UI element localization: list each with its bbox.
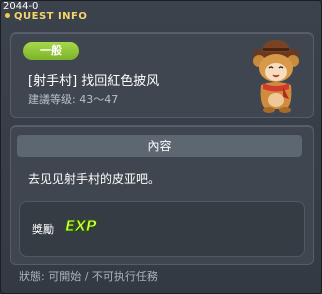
bear-costume-npc-icon: [252, 40, 300, 113]
quest-category-badge: 一般: [23, 42, 79, 60]
quest-content-panel: 內容 去见见射手村的皮亚吧。 獎勵 EXP: [10, 125, 314, 265]
reward-label: 獎勵: [32, 223, 54, 236]
title-bullet-icon: [5, 13, 10, 18]
quest-status: 狀態: 可開始 / 不可执行任務: [19, 270, 158, 283]
quest-name: [射手村] 找回紅色披风: [28, 74, 160, 89]
content-text: 去见见射手村的皮亚吧。: [28, 172, 161, 186]
reward-box: 獎勵 EXP: [19, 201, 305, 257]
window-title: QUEST INFO: [5, 11, 87, 22]
quest-header-panel: 一般 [射手村] 找回紅色披风 建議等级: 43～47: [10, 32, 314, 118]
quest-info-window: 2044-0 QUEST INFO 一般 [射手村] 找回紅色披风 建議等级: …: [0, 0, 322, 294]
window-title-text: QUEST INFO: [14, 11, 88, 22]
exp-icon: EXP: [64, 217, 97, 236]
content-header: 內容: [17, 135, 302, 157]
quest-level: 建議等级: 43～47: [28, 93, 119, 106]
